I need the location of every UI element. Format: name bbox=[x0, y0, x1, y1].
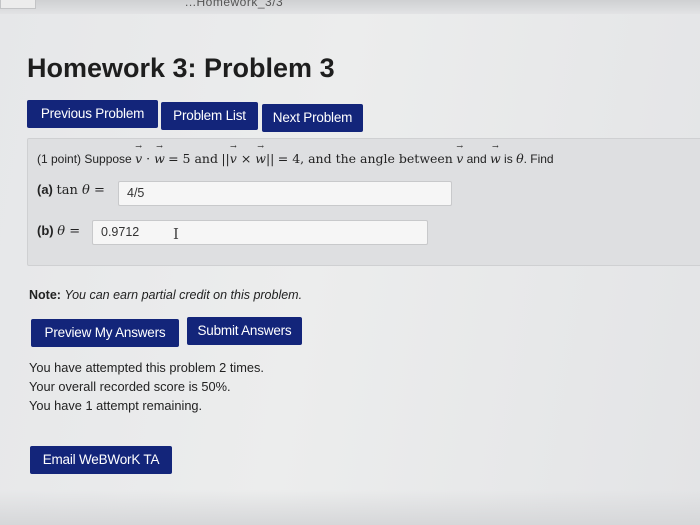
part-a-label: (a) tan θ = bbox=[37, 182, 105, 198]
part-a-answer-input[interactable]: 4/5 bbox=[118, 181, 452, 206]
tab-edge bbox=[0, 0, 36, 9]
submit-answers-button[interactable]: Submit Answers bbox=[187, 317, 302, 345]
partial-credit-note: Note: You can earn partial credit on thi… bbox=[29, 288, 302, 302]
part-b-answer-value: 0.9712 bbox=[101, 225, 140, 239]
part-b-answer-input[interactable]: 0.9712 I bbox=[92, 220, 428, 245]
page-shadow bbox=[0, 490, 700, 525]
part-b-label: (b) θ = bbox=[37, 223, 81, 239]
previous-problem-button[interactable]: Previous Problem bbox=[27, 100, 158, 128]
part-a-answer-value: 4/5 bbox=[127, 186, 145, 200]
points-text: (1 point) Suppose bbox=[37, 152, 132, 166]
cross-norm-eq: = 4, and the angle between bbox=[277, 151, 453, 166]
and-text: and bbox=[466, 152, 487, 166]
page-title: Homework 3: Problem 3 bbox=[27, 53, 335, 83]
text-cursor-icon: I bbox=[173, 225, 179, 243]
next-problem-button[interactable]: Next Problem bbox=[262, 104, 363, 132]
attempts-status: You have attempted this problem 2 times. bbox=[29, 360, 264, 375]
dot-product-expr: v · w bbox=[135, 142, 165, 166]
preview-answers-button[interactable]: Preview My Answers bbox=[31, 319, 179, 347]
note-label: Note: bbox=[29, 288, 61, 302]
email-ta-button[interactable]: Email WeBWorK TA bbox=[30, 446, 172, 474]
cross-norm-expr: ||v × w|| bbox=[221, 142, 274, 166]
remaining-status: You have 1 attempt remaining. bbox=[29, 398, 203, 413]
browser-top-strip: ...Homework_3/3 bbox=[0, 0, 700, 14]
problem-statement: (1 point) Suppose v · w = 5 and ||v × w|… bbox=[37, 142, 554, 166]
dot-product-eq: = 5 and bbox=[168, 151, 218, 166]
problem-list-button[interactable]: Problem List bbox=[161, 102, 258, 130]
theta-symbol: θ bbox=[516, 151, 524, 166]
problem-box: (1 point) Suppose v · w = 5 and ||v × w|… bbox=[27, 138, 700, 266]
find-text: . Find bbox=[523, 152, 554, 166]
note-text: You can earn partial credit on this prob… bbox=[64, 288, 303, 302]
score-status: Your overall recorded score is 50%. bbox=[29, 379, 231, 394]
is-text: is bbox=[504, 152, 513, 166]
breadcrumb: ...Homework_3/3 bbox=[185, 0, 284, 9]
